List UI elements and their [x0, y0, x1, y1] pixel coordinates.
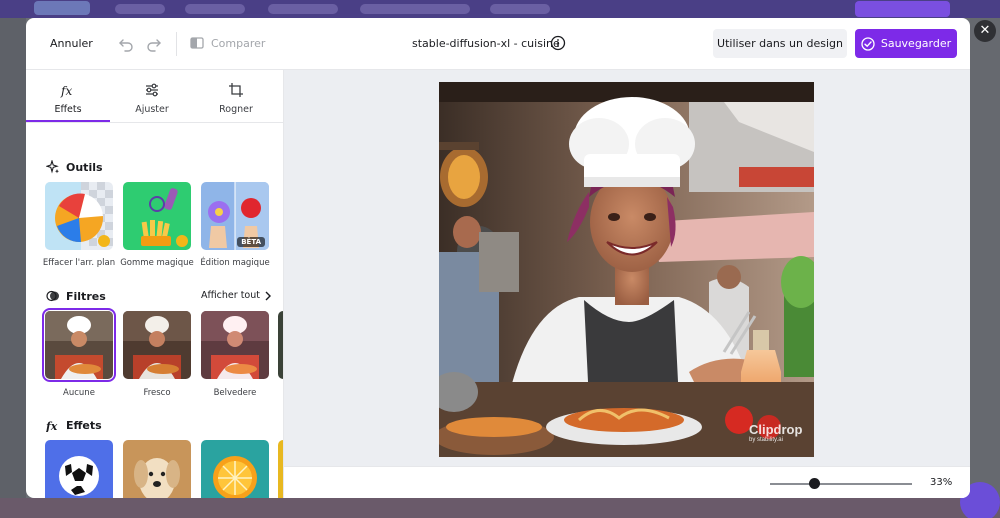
background-app-header — [0, 0, 1000, 18]
compare-label: Comparer — [211, 36, 266, 50]
document-title: stable-diffusion-xl - cuisine — [412, 37, 560, 50]
see-all-label: Afficher tout — [201, 290, 260, 301]
watermark-text: Clipdrop — [749, 422, 803, 437]
image-canvas: Clipdrop by stability.ai — [284, 70, 970, 466]
edit-tabs: fx Effets Ajuster Rogner — [26, 70, 283, 123]
tool-background-remover[interactable] — [45, 182, 113, 250]
tab-crop[interactable]: Rogner — [194, 70, 278, 123]
zoom-slider-handle[interactable] — [809, 478, 820, 489]
effect-thumbnail[interactable] — [123, 440, 191, 498]
fx-icon: fx — [46, 420, 58, 432]
effect-thumbnail[interactable] — [45, 440, 113, 498]
filter-fresco[interactable] — [123, 311, 191, 379]
chevron-right-icon — [265, 291, 271, 300]
tab-effects[interactable]: fx Effets — [26, 70, 110, 123]
undo-icon[interactable] — [118, 36, 134, 52]
effects-heading-text: Effets — [66, 418, 102, 432]
background-menu-pill — [115, 4, 165, 14]
filter-preview — [45, 311, 113, 379]
modal-topbar: Annuler Comparer stable-diffusion-xl - c… — [26, 18, 970, 70]
background-menu-pill — [268, 4, 338, 14]
background-logo — [34, 1, 90, 15]
zoom-slider-track[interactable] — [770, 483, 912, 485]
clipdrop-watermark: Clipdrop by stability.ai — [749, 422, 802, 443]
filter-label: Aucune — [63, 388, 95, 398]
svg-text:fx: fx — [60, 84, 72, 98]
premium-crown-icon — [176, 235, 188, 247]
effect-preview-dog — [123, 440, 191, 498]
zoom-bar: 33% — [284, 466, 970, 498]
filter-belvedere[interactable] — [201, 311, 269, 379]
background-menu-pill — [490, 4, 550, 14]
background-right-area — [970, 18, 1000, 518]
cancel-button[interactable]: Annuler — [50, 37, 93, 50]
tab-adjust[interactable]: Ajuster — [110, 70, 194, 123]
background-sidebar — [0, 18, 26, 518]
compare-button[interactable]: Comparer — [190, 36, 265, 50]
close-icon: ✕ — [979, 23, 991, 38]
image-edit-modal: Annuler Comparer stable-diffusion-xl - c… — [26, 18, 970, 498]
background-menu-pill — [360, 4, 470, 14]
filter-preview — [123, 311, 191, 379]
tab-label: Ajuster — [135, 104, 169, 115]
background-bottom-area — [0, 498, 1000, 518]
redo-icon[interactable] — [146, 36, 162, 52]
see-all-filters-link[interactable]: Afficher tout — [201, 290, 272, 301]
background-cta — [855, 1, 950, 17]
filter-none[interactable] — [42, 308, 116, 382]
tools-heading-text: Outils — [66, 160, 103, 174]
save-button[interactable]: Sauvegarder — [855, 29, 957, 58]
filters-heading-text: Filtres — [66, 289, 106, 303]
compare-icon — [190, 37, 204, 49]
watermark-subtext: by stability.ai — [749, 437, 783, 443]
svg-text:fx: fx — [46, 420, 58, 432]
tool-label: Gomme magique — [120, 258, 194, 268]
premium-crown-icon — [98, 235, 110, 247]
info-icon[interactable] — [550, 35, 566, 51]
effect-preview-soccer-ball — [45, 440, 113, 498]
sparkle-icon — [46, 160, 59, 174]
filters-section-heading: Filtres — [46, 289, 106, 303]
tool-label: Effacer l'arr. plan — [42, 258, 116, 268]
check-circle-icon — [861, 36, 875, 51]
sliders-icon — [146, 83, 158, 97]
effect-thumbnail[interactable] — [201, 440, 269, 498]
chef-photo-illustration — [439, 82, 814, 457]
background-menu-pill — [185, 4, 245, 14]
save-label: Sauvegarder — [880, 37, 952, 50]
effects-section-heading: fx Effets — [46, 418, 102, 433]
edited-photo[interactable]: Clipdrop by stability.ai — [439, 82, 814, 457]
active-tab-indicator — [26, 120, 110, 122]
crop-icon — [229, 83, 243, 97]
beta-badge: BÊTA — [237, 237, 265, 247]
edit-side-panel: fx Effets Ajuster Rogner Outils Effacer … — [26, 70, 284, 498]
use-in-design-button[interactable]: Utiliser dans un design — [713, 29, 847, 58]
tab-label: Effets — [54, 104, 82, 115]
tool-magic-eraser[interactable] — [123, 182, 191, 250]
filter-preview — [201, 311, 269, 379]
fx-icon: fx — [60, 84, 72, 98]
tools-section-heading: Outils — [46, 160, 103, 174]
zoom-value[interactable]: 33% — [930, 477, 952, 488]
effect-preview-orange — [201, 440, 269, 498]
close-modal-button[interactable]: ✕ — [974, 20, 996, 42]
toolbar-divider — [176, 32, 177, 56]
tool-label: Édition magique — [200, 258, 270, 268]
filter-label: Belvedere — [213, 388, 257, 398]
tab-label: Rogner — [219, 104, 253, 115]
filter-circles-icon — [46, 290, 59, 302]
tool-magic-edit[interactable]: BÊTA — [201, 182, 269, 250]
filter-label: Fresco — [143, 388, 171, 398]
